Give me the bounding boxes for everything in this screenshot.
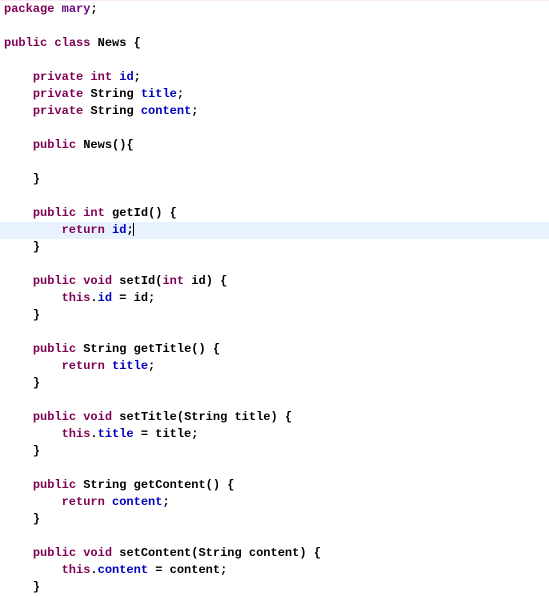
code-line: public class News { [0,35,549,52]
code-line: public int getId() { [0,205,549,222]
code-line: } [0,239,549,256]
blank-line [0,52,549,69]
keyword-int: int [90,70,112,84]
constructor-name: News [83,138,112,152]
blank-line [0,154,549,171]
keyword-this: this [62,291,91,305]
param-id: id [191,274,205,288]
open-brace: { [134,36,141,50]
class-name: News [98,36,127,50]
code-line: package mary; [0,1,549,18]
keyword-void: void [83,274,112,288]
code-line: } [0,579,549,596]
semicolon: ; [90,2,97,16]
blank-line [0,324,549,341]
method-getcontent: getContent [134,478,206,492]
field-content: content [141,104,191,118]
keyword-return: return [62,223,105,237]
code-line: public String getTitle() { [0,341,549,358]
code-line: private String content; [0,103,549,120]
method-getid: getId [112,206,148,220]
code-line: this.id = id; [0,290,549,307]
code-line: public News(){ [0,137,549,154]
keyword-class: class [54,36,90,50]
code-line: } [0,171,549,188]
method-gettitle: getTitle [134,342,192,356]
method-settitle: setTitle [119,410,177,424]
keyword-package: package [4,2,54,16]
code-line: return title; [0,358,549,375]
blank-line [0,392,549,409]
param-content: content [249,546,299,560]
field-title: title [141,87,177,101]
highlighted-line: return id; [0,222,549,239]
param-title: title [234,410,270,424]
blank-line [0,188,549,205]
space [54,2,61,16]
code-line: this.title = title; [0,426,549,443]
code-line: this.content = content; [0,562,549,579]
text-cursor [133,223,134,236]
code-line: } [0,511,549,528]
method-setid: setId [119,274,155,288]
field-id: id [119,70,133,84]
package-name: mary [62,2,91,16]
blank-line [0,18,549,35]
code-line: public void setTitle(String title) { [0,409,549,426]
code-line: public void setContent(String content) { [0,545,549,562]
keyword-private: private [33,70,83,84]
code-line: public String getContent() { [0,477,549,494]
code-line: } [0,443,549,460]
blank-line [0,256,549,273]
keyword-public: public [4,36,47,50]
blank-line [0,460,549,477]
type-string: String [90,87,133,101]
method-setcontent: setContent [119,546,191,560]
code-line: private String title; [0,86,549,103]
blank-line [0,528,549,545]
code-line: return content; [0,494,549,511]
code-line: } [0,307,549,324]
blank-line [0,120,549,137]
code-line: } [0,375,549,392]
code-line: private int id; [0,69,549,86]
code-line: public void setId(int id) { [0,273,549,290]
